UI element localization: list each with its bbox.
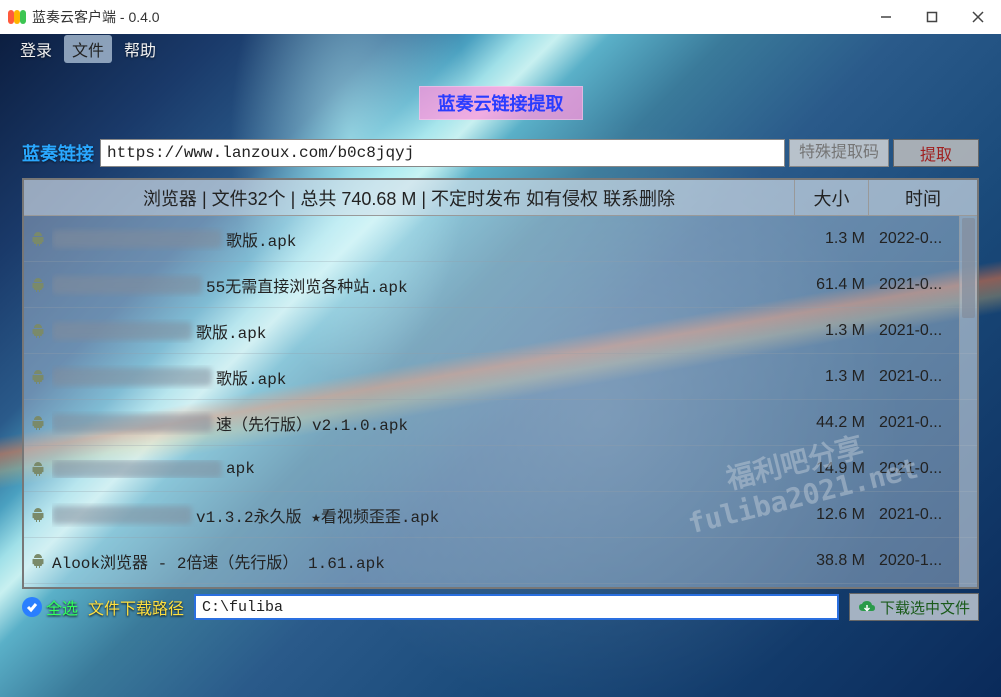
scrollbar[interactable] — [959, 216, 977, 587]
file-name-text: 55无需直接浏览各种站.apk — [206, 273, 408, 297]
file-size-cell: 1.3 M — [799, 322, 873, 340]
file-name-text: v1.3.2永久版 ★看视频歪歪.apk — [196, 503, 439, 527]
app-logo-icon — [8, 10, 26, 24]
file-size-cell: 38.8 M — [799, 552, 873, 570]
android-icon — [30, 231, 46, 247]
extract-button[interactable]: 提取 — [893, 139, 979, 167]
android-icon — [30, 369, 46, 385]
table-header: 浏览器 | 文件32个 | 总共 740.68 M | 不定时发布 如有侵权 联… — [24, 180, 977, 216]
menubar: 登录 文件 帮助 — [0, 34, 1001, 64]
download-selected-button[interactable]: 下载选中文件 — [849, 593, 979, 621]
file-name-cell: 歌版.apk — [52, 365, 799, 389]
col-name[interactable]: 浏览器 | 文件32个 | 总共 740.68 M | 不定时发布 如有侵权 联… — [24, 180, 795, 215]
download-path-input[interactable] — [194, 594, 839, 620]
table-row[interactable]: v1.3.2永久版 ★看视频歪歪.apk12.6 M2021-0... — [24, 492, 977, 538]
file-name-cell: v1.3.2永久版 ★看视频歪歪.apk — [52, 503, 799, 527]
file-size-cell: 61.4 M — [799, 276, 873, 294]
maximize-button[interactable] — [909, 0, 955, 34]
file-name-cell: 速（先行版）v2.1.0.apk — [52, 411, 799, 435]
file-name-cell: 歌版.apk — [52, 319, 799, 343]
table-row[interactable]: 55无需直接浏览各种站.apk61.4 M2021-0... — [24, 262, 977, 308]
col-size[interactable]: 大小 — [795, 180, 869, 215]
bottom-bar: 全选 文件下载路径 下载选中文件 — [22, 591, 979, 623]
url-label: 蓝奏链接 — [22, 140, 94, 166]
file-size-cell: 44.2 M — [799, 414, 873, 432]
android-icon — [30, 461, 46, 477]
table-row[interactable]: 歌版.apk1.3 M2022-0... — [24, 216, 977, 262]
file-name-cell: 歌版.apk — [52, 227, 799, 251]
title-left: 蓝奏云客户端 - 0.4.0 — [8, 7, 160, 27]
android-icon — [30, 553, 46, 569]
table-row[interactable]: UPX浏览器v85.0.4183.127会员破解版 极速访问站.apk51.0 … — [24, 584, 977, 587]
window-title: 蓝奏云客户端 - 0.4.0 — [32, 7, 160, 27]
file-icon-cell — [24, 553, 52, 569]
file-name-text: apk — [226, 460, 255, 478]
headline-banner: 蓝奏云链接提取 — [419, 86, 583, 120]
menu-file[interactable]: 文件 — [64, 35, 112, 63]
android-icon — [30, 277, 46, 293]
file-icon-cell — [24, 415, 52, 431]
file-icon-cell — [24, 369, 52, 385]
select-all-button[interactable]: 全选 — [22, 595, 78, 619]
android-icon — [30, 323, 46, 339]
extract-code-input[interactable] — [789, 139, 889, 167]
table-row[interactable]: 歌版.apk1.3 M2021-0... — [24, 308, 977, 354]
file-name-text: Alook浏览器 - 2倍速（先行版） 1.61.apk — [52, 549, 385, 573]
download-path-label: 文件下载路径 — [88, 595, 184, 619]
select-all-label: 全选 — [46, 595, 78, 619]
file-name-text: 歌版.apk — [196, 319, 266, 343]
file-icon-cell — [24, 231, 52, 247]
android-icon — [30, 507, 46, 523]
table-row[interactable]: apk14.9 M2021-0... — [24, 446, 977, 492]
menu-login[interactable]: 登录 — [12, 35, 60, 63]
titlebar: 蓝奏云客户端 - 0.4.0 — [0, 0, 1001, 34]
scroll-thumb[interactable] — [962, 218, 975, 318]
url-row: 蓝奏链接 提取 — [22, 136, 979, 170]
table-row[interactable]: 速（先行版）v2.1.0.apk44.2 M2021-0... — [24, 400, 977, 446]
file-icon-cell — [24, 277, 52, 293]
file-name-text: 歌版.apk — [216, 365, 286, 389]
file-name-cell: Alook浏览器 - 2倍速（先行版） 1.61.apk — [52, 549, 799, 573]
file-size-cell: 1.3 M — [799, 230, 873, 248]
file-icon-cell — [24, 323, 52, 339]
col-time[interactable]: 时间 — [869, 180, 977, 215]
file-name-text: 歌版.apk — [226, 227, 296, 251]
file-size-cell: 14.9 M — [799, 460, 873, 478]
file-icon-cell — [24, 461, 52, 477]
file-size-cell: 12.6 M — [799, 506, 873, 524]
android-icon — [30, 415, 46, 431]
file-table: 浏览器 | 文件32个 | 总共 740.68 M | 不定时发布 如有侵权 联… — [22, 178, 979, 589]
minimize-button[interactable] — [863, 0, 909, 34]
download-button-label: 下载选中文件 — [880, 597, 970, 618]
menu-help[interactable]: 帮助 — [116, 35, 164, 63]
file-size-cell: 1.3 M — [799, 368, 873, 386]
file-name-text: 速（先行版）v2.1.0.apk — [216, 411, 408, 435]
file-name-cell: apk — [52, 460, 799, 478]
table-row[interactable]: Alook浏览器 - 2倍速（先行版） 1.61.apk38.8 M2020-1… — [24, 538, 977, 584]
close-button[interactable] — [955, 0, 1001, 34]
file-icon-cell — [24, 507, 52, 523]
table-body: 福利吧分享 fuliba2021.net 歌版.apk1.3 M2022-0..… — [24, 216, 977, 587]
file-name-cell: 55无需直接浏览各种站.apk — [52, 273, 799, 297]
check-icon — [22, 597, 42, 617]
window-controls — [863, 0, 1001, 34]
cloud-download-icon — [858, 600, 876, 614]
url-input[interactable] — [100, 139, 785, 167]
table-row[interactable]: 歌版.apk1.3 M2021-0... — [24, 354, 977, 400]
